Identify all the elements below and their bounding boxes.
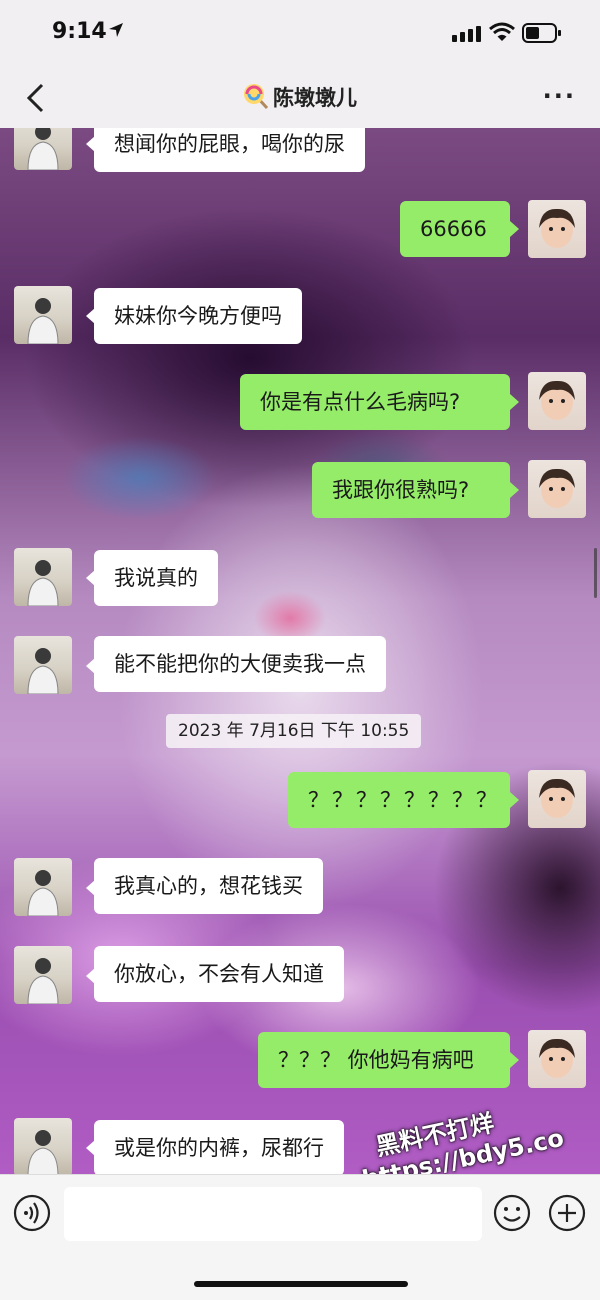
message-bubble-outgoing[interactable]: 66666: [400, 201, 510, 257]
watermark: 黑料不打烊 https://bdy5.co: [360, 1090, 567, 1174]
message-bubble-incoming[interactable]: 我真心的，想花钱买: [94, 858, 323, 914]
bubble-tail: [510, 482, 519, 498]
wifi-icon: [489, 22, 515, 41]
more-options-icon[interactable]: ···: [543, 82, 576, 110]
message-bubble-outgoing[interactable]: 我跟你很熟吗?: [312, 462, 510, 518]
status-time: 9:14: [52, 19, 107, 44]
location-arrow-icon: [109, 23, 123, 37]
my-avatar[interactable]: [528, 372, 586, 430]
my-avatar[interactable]: [528, 1030, 586, 1088]
contact-name: 陈墩墩儿: [273, 86, 357, 110]
add-attachment-icon[interactable]: [547, 1193, 587, 1233]
cellular-signal-icon: [452, 26, 481, 42]
bubble-tail: [510, 1052, 519, 1068]
my-avatar[interactable]: [528, 770, 586, 828]
chat-history[interactable]: 想闻你的屁眼，喝你的尿 66666 妹妹你今晚方便吗 你是有点什么毛病吗? 我跟…: [0, 128, 600, 1174]
my-avatar[interactable]: [528, 460, 586, 518]
my-avatar[interactable]: [528, 200, 586, 258]
message-bubble-incoming[interactable]: 你放心，不会有人知道: [94, 946, 344, 1002]
chat-title: 陈墩墩儿: [0, 82, 600, 112]
message-timestamp: 2023 年 7月16日 下午 10:55: [166, 714, 422, 748]
message-bubble-outgoing[interactable]: 你是有点什么毛病吗?: [240, 374, 510, 430]
bubble-tail: [510, 394, 519, 410]
voice-input-icon[interactable]: [12, 1193, 52, 1233]
home-indicator[interactable]: [194, 1281, 408, 1287]
sender-avatar[interactable]: [14, 636, 72, 694]
message-bubble-incoming[interactable]: 或是你的内裤，尿都行: [94, 1120, 344, 1174]
message-bubble-outgoing[interactable]: ？？？ 你他妈有病吧: [258, 1032, 510, 1088]
lollipop-emoji-icon: [244, 84, 269, 109]
chat-header: 陈墩墩儿 ···: [0, 68, 600, 128]
message-bubble-incoming[interactable]: 想闻你的屁眼，喝你的尿: [94, 128, 365, 172]
bubble-tail: [510, 221, 519, 237]
scrollbar[interactable]: [594, 548, 597, 598]
message-bubble-incoming[interactable]: 我说真的: [94, 550, 218, 606]
sender-avatar[interactable]: [14, 858, 72, 916]
battery-icon: [522, 23, 561, 43]
sender-avatar[interactable]: [14, 946, 72, 1004]
sender-avatar[interactable]: [14, 1118, 72, 1174]
sender-avatar[interactable]: [14, 286, 72, 344]
input-bar: [0, 1174, 600, 1300]
emoji-icon[interactable]: [492, 1193, 532, 1233]
message-bubble-incoming[interactable]: 能不能把你的大便卖我一点: [94, 636, 386, 692]
sender-avatar[interactable]: [14, 548, 72, 606]
message-bubble-incoming[interactable]: 妹妹你今晚方便吗: [94, 288, 302, 344]
bubble-tail: [510, 792, 519, 808]
sender-avatar[interactable]: [14, 128, 72, 170]
message-input[interactable]: [64, 1187, 482, 1241]
message-bubble-outgoing[interactable]: ？？？？？？？？: [288, 772, 510, 828]
status-bar: 9:14: [0, 0, 600, 68]
